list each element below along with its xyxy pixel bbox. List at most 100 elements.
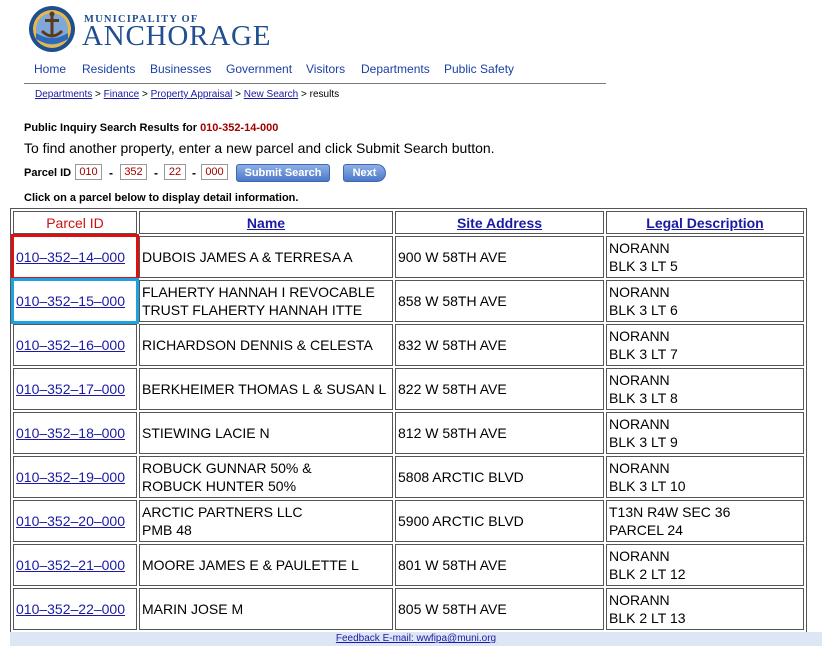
parcel-part4-input[interactable] <box>201 164 228 180</box>
table-row: 010–352–18–000 STIEWING LACIE N 812 W 58TH… <box>13 412 804 454</box>
breadcrumb-new-search[interactable]: New Search <box>244 89 298 100</box>
legal-description-line: PARCEL 24 <box>609 522 683 538</box>
footer-bar: Feedback E-mail: wwfipa@muni.org <box>10 632 822 646</box>
owner-name-line: RICHARDSON DENNIS & CELESTA <box>142 337 373 353</box>
legal-description-cell: NORANN BLK 3 LT 7 <box>606 324 804 366</box>
legal-description-cell: NORANN BLK 3 LT 9 <box>606 412 804 454</box>
header-legal-description[interactable]: Legal Description <box>606 211 804 234</box>
parcel-link[interactable]: 010–352–22–000 <box>16 601 125 617</box>
municipal-seal-logo[interactable] <box>28 5 76 53</box>
site-address-cell: 858 W 58TH AVE <box>395 280 604 322</box>
parcel-id-label: Parcel ID <box>24 167 72 179</box>
legal-description-cell: NORANN BLK 3 LT 6 <box>606 280 804 322</box>
legal-description-line: NORANN <box>609 328 670 344</box>
owner-name-cell: ROBUCK GUNNAR 50% & ROBUCK HUNTER 50% <box>139 456 393 498</box>
header-name[interactable]: Name <box>139 211 393 234</box>
site-header: MUNICIPALITY OF ANCHORAGE <box>24 2 624 60</box>
legal-description-line: T13N R4W SEC 36 <box>609 504 731 520</box>
legal-description-line: BLK 3 LT 5 <box>609 258 678 274</box>
owner-name-cell: MOORE JAMES E & PAULETTE L <box>139 544 393 586</box>
parcel-link[interactable]: 010–352–14–000 <box>16 249 125 265</box>
legal-description-line: NORANN <box>609 548 670 564</box>
nav-businesses[interactable]: Businesses <box>150 62 211 76</box>
parcel-link[interactable]: 010–352–19–000 <box>16 469 125 485</box>
table-row: 010–352–14–000 DUBOIS JAMES A & TERRESA A… <box>11 234 804 280</box>
legal-description-line: BLK 3 LT 9 <box>609 434 678 450</box>
results-body: 010–352–14–000 DUBOIS JAMES A & TERRESA A… <box>11 234 804 630</box>
parcel-cell[interactable]: 010–352–19–000 <box>13 456 137 498</box>
table-row: 010–352–17–000 BERKHEIMER THOMAS L & SUSA… <box>13 368 804 410</box>
owner-name-line: BERKHEIMER THOMAS L & SUSAN L <box>142 381 387 397</box>
sort-name-link[interactable]: Name <box>247 215 285 231</box>
parcel-cell[interactable]: 010–352–21–000 <box>13 544 137 586</box>
table-row: 010–352–21–000 MOORE JAMES E & PAULETTE L… <box>13 544 804 586</box>
owner-name-line: MARIN JOSE M <box>142 601 244 617</box>
parcel-part3-input[interactable] <box>164 164 186 180</box>
table-row: 010–352–16–000 RICHARDSON DENNIS & CELEST… <box>13 324 804 366</box>
logo-anchorage-text: ANCHORAGE <box>82 20 272 52</box>
owner-name-line: DUBOIS JAMES A & TERRESA A <box>142 249 353 265</box>
parcel-cell[interactable]: 010–352–17–000 <box>13 368 137 410</box>
parcel-link[interactable]: 010–352–17–000 <box>16 381 125 397</box>
results-title-parcel: 010-352-14-000 <box>200 122 279 134</box>
owner-name-cell: ARCTIC PARTNERS LLC PMB 48 <box>139 500 393 542</box>
nav-home[interactable]: Home <box>34 62 66 76</box>
breadcrumb-current: results <box>309 89 340 100</box>
legal-description-line: NORANN <box>609 592 670 608</box>
legal-description-cell: NORANN BLK 2 LT 13 <box>606 588 804 630</box>
breadcrumb-finance[interactable]: Finance <box>104 89 140 100</box>
legal-description-line: BLK 3 LT 7 <box>609 346 678 362</box>
parcel-cell[interactable]: 010–352–22–000 <box>13 588 137 630</box>
parcel-cell[interactable]: 010–352–20–000 <box>13 500 137 542</box>
nav-government[interactable]: Government <box>226 62 292 76</box>
table-row: 010–352–22–000 MARIN JOSE M 805 W 58TH AVE… <box>13 588 804 630</box>
site-address-cell: 812 W 58TH AVE <box>395 412 604 454</box>
sort-legal-description-link[interactable]: Legal Description <box>646 215 763 231</box>
legal-description-line: NORANN <box>609 460 670 476</box>
search-instructions: To find another property, enter a new pa… <box>24 140 495 156</box>
parcel-link[interactable]: 010–352–21–000 <box>16 557 125 573</box>
parcel-link[interactable]: 010–352–15–000 <box>16 293 125 309</box>
parcel-cell[interactable]: 010–352–16–000 <box>13 324 137 366</box>
owner-name-line: STIEWING LACIE N <box>142 425 270 441</box>
submit-search-button[interactable]: Submit Search <box>236 164 330 182</box>
parcel-link[interactable]: 010–352–18–000 <box>16 425 125 441</box>
legal-description-line: NORANN <box>609 284 670 300</box>
site-address-cell: 801 W 58TH AVE <box>395 544 604 586</box>
nav-public-safety[interactable]: Public Safety <box>444 62 514 76</box>
feedback-email-link[interactable]: Feedback E-mail: wwfipa@muni.org <box>336 633 496 644</box>
header-site-address[interactable]: Site Address <box>395 211 604 234</box>
results-title-label: Public Inquiry Search Results for <box>24 122 197 134</box>
breadcrumb-property-appraisal[interactable]: Property Appraisal <box>151 89 233 100</box>
owner-name-line: ROBUCK GUNNAR 50% & <box>142 460 312 476</box>
owner-name-line: MOORE JAMES E & PAULETTE L <box>142 557 359 573</box>
nav-departments[interactable]: Departments <box>361 62 430 76</box>
breadcrumb-departments[interactable]: Departments <box>35 89 92 100</box>
click-parcel-note: Click on a parcel below to display detai… <box>24 192 299 204</box>
parcel-cell[interactable]: 010–352–18–000 <box>13 412 137 454</box>
parcel-link[interactable]: 010–352–16–000 <box>16 337 125 353</box>
table-header-row: Parcel ID Name Site Address Legal Descri… <box>13 211 804 234</box>
legal-description-line: BLK 3 LT 10 <box>609 478 686 494</box>
nav-residents[interactable]: Residents <box>82 62 135 76</box>
legal-description-line: BLK 3 LT 8 <box>609 390 678 406</box>
next-button[interactable]: Next <box>343 164 386 182</box>
site-address-cell: 832 W 58TH AVE <box>395 324 604 366</box>
legal-description-cell: NORANN BLK 3 LT 8 <box>606 368 804 410</box>
results-title: Public Inquiry Search Results for 010-35… <box>24 122 278 134</box>
site-address-cell: 900 W 58TH AVE <box>395 236 604 278</box>
parcel-link[interactable]: 010–352–20–000 <box>16 513 125 529</box>
parcel-part1-input[interactable] <box>75 164 102 180</box>
parcel-cell[interactable]: 010–352–15–000 <box>11 278 139 324</box>
owner-name-cell: DUBOIS JAMES A & TERRESA A <box>139 236 393 278</box>
owner-name-cell: FLAHERTY HANNAH I REVOCABLE TRUST FLAHERT… <box>139 280 393 322</box>
breadcrumb-separator: > <box>301 89 307 100</box>
legal-description-cell: T13N R4W SEC 36 PARCEL 24 <box>606 500 804 542</box>
legal-description-line: NORANN <box>609 372 670 388</box>
nav-visitors[interactable]: Visitors <box>306 62 345 76</box>
legal-description-line: NORANN <box>609 416 670 432</box>
parcel-part2-input[interactable] <box>120 164 147 180</box>
legal-description-cell: NORANN BLK 3 LT 5 <box>606 236 804 278</box>
parcel-cell[interactable]: 010–352–14–000 <box>11 234 139 280</box>
sort-site-address-link[interactable]: Site Address <box>457 215 542 231</box>
